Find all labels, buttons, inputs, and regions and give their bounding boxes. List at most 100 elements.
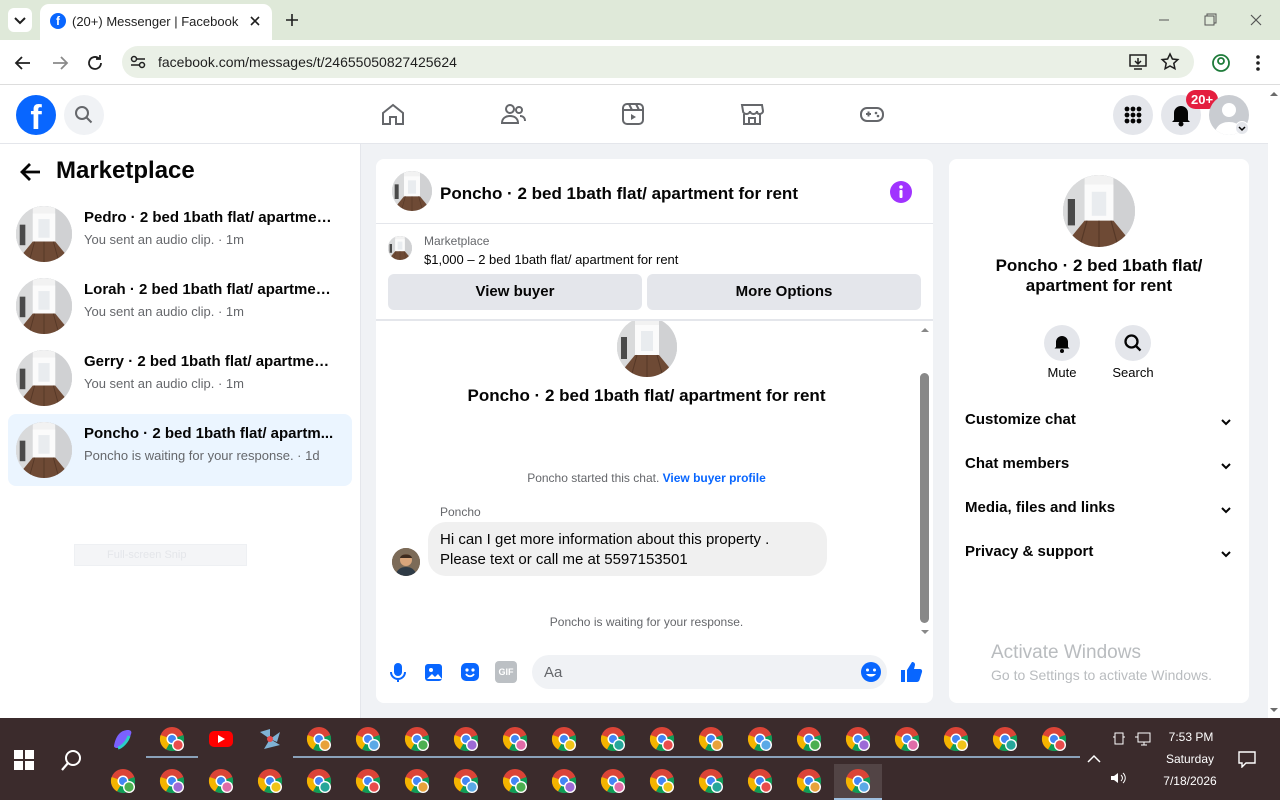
friends-icon[interactable]: [499, 100, 527, 128]
chrome-profile-icon[interactable]: [110, 768, 136, 794]
info-section-privacy-support[interactable]: Privacy & support: [965, 543, 1233, 573]
conversation-item[interactable]: Poncho · 2 bed 1bath flat/ apartm... Ponc…: [8, 414, 352, 486]
conversation-item[interactable]: Lorah · 2 bed 1bath flat/ apartmen... You…: [8, 270, 352, 342]
info-section-customize-chat[interactable]: Customize chat: [965, 411, 1233, 441]
close-tab-icon[interactable]: [246, 12, 264, 30]
page-scrollbar[interactable]: [1268, 86, 1280, 718]
reload-icon[interactable]: [84, 52, 106, 74]
clock-time[interactable]: 7:53 PM: [1163, 730, 1219, 744]
chrome-profile-icon[interactable]: [1041, 726, 1067, 752]
volume-icon[interactable]: [1109, 770, 1127, 786]
install-app-icon[interactable]: [1128, 52, 1148, 72]
chrome-profile-icon[interactable]: [943, 726, 969, 752]
chrome-profile-icon[interactable]: [845, 768, 871, 794]
mute-button[interactable]: [1044, 325, 1080, 361]
copilot-icon[interactable]: [110, 726, 136, 752]
account-chevron-icon[interactable]: [1235, 121, 1249, 135]
message-bubble[interactable]: Hi can I get more information about this…: [428, 522, 827, 576]
chrome-profile-icon[interactable]: [551, 768, 577, 794]
message-thread[interactable]: Poncho · 2 bed 1bath flat/ apartment for…: [376, 321, 933, 639]
attach-photo-icon[interactable]: [423, 661, 445, 683]
close-window-icon[interactable]: [1246, 10, 1266, 30]
chat-header-avatar[interactable]: [392, 171, 432, 211]
chrome-profile-icon[interactable]: [747, 768, 773, 794]
youtube-icon[interactable]: [208, 726, 234, 752]
profile-icon[interactable]: [1210, 52, 1232, 74]
chrome-profile-icon[interactable]: [747, 726, 773, 752]
sender-avatar[interactable]: [392, 548, 420, 576]
search-icon[interactable]: [64, 95, 104, 135]
chrome-profile-icon[interactable]: [992, 726, 1018, 752]
restore-window-icon[interactable]: [1200, 10, 1220, 30]
browser-tab-messenger[interactable]: f (20+) Messenger | Facebook: [40, 4, 272, 40]
new-tab-icon[interactable]: [282, 10, 302, 30]
taskbar-search-icon[interactable]: [60, 748, 84, 772]
thread-scrollbar[interactable]: [917, 321, 933, 639]
chrome-profile-icon[interactable]: [257, 768, 283, 794]
chrome-profile-icon[interactable]: [698, 726, 724, 752]
clock-date[interactable]: 7/18/2026: [1155, 774, 1225, 788]
site-info-icon[interactable]: [128, 52, 148, 72]
action-center-icon[interactable]: [1237, 750, 1257, 769]
windows-start-icon[interactable]: [14, 750, 34, 770]
view-buyer-button[interactable]: View buyer: [388, 274, 642, 310]
chrome-profile-icon[interactable]: [355, 726, 381, 752]
chrome-profile-icon[interactable]: [845, 726, 871, 752]
forward-icon[interactable]: [49, 52, 71, 74]
back-icon[interactable]: [12, 52, 34, 74]
chrome-profile-icon[interactable]: [551, 726, 577, 752]
tray-overflow-icon[interactable]: [1086, 752, 1102, 766]
url-bar[interactable]: facebook.com/messages/t/2465505082742562…: [122, 46, 1194, 78]
conversation-item[interactable]: Pedro · 2 bed 1bath flat/ apartmen... You…: [8, 198, 352, 270]
marketplace-icon[interactable]: [738, 100, 766, 128]
video-icon[interactable]: [619, 100, 647, 128]
message-input[interactable]: Aa: [532, 655, 887, 689]
chrome-profile-icon[interactable]: [453, 726, 479, 752]
chrome-profile-icon[interactable]: [306, 768, 332, 794]
more-options-button[interactable]: More Options: [647, 274, 921, 310]
chrome-profile-icon[interactable]: [600, 768, 626, 794]
pinwheel-app-icon[interactable]: [257, 726, 283, 752]
chrome-profile-icon[interactable]: [355, 768, 381, 794]
facebook-logo-icon[interactable]: f: [16, 95, 56, 135]
thread-scrollbar-thumb[interactable]: [920, 373, 929, 623]
info-section-media-files-and-links[interactable]: Media, files and links: [965, 499, 1233, 529]
sticker-icon[interactable]: [459, 661, 481, 683]
menu-grid-icon[interactable]: [1113, 95, 1153, 135]
chrome-profile-icon[interactable]: [649, 726, 675, 752]
chrome-profile-icon[interactable]: [649, 768, 675, 794]
home-icon[interactable]: [379, 100, 407, 128]
minimize-window-icon[interactable]: [1154, 12, 1174, 28]
view-buyer-profile-link[interactable]: View buyer profile: [663, 471, 766, 485]
voice-clip-icon[interactable]: [387, 661, 409, 683]
tray-device-icon[interactable]: [1112, 732, 1126, 746]
chrome-profile-icon[interactable]: [208, 768, 234, 794]
tab-list-dropdown-icon[interactable]: [8, 8, 32, 32]
chrome-profile-icon[interactable]: [502, 726, 528, 752]
chrome-profile-icon[interactable]: [159, 768, 185, 794]
chat-header-title[interactable]: Poncho · 2 bed 1bath flat/ apartment for…: [440, 184, 798, 204]
chrome-profile-icon[interactable]: [306, 726, 332, 752]
chrome-profile-icon[interactable]: [159, 726, 185, 752]
conversation-item[interactable]: Gerry · 2 bed 1bath flat/ apartmen... You…: [8, 342, 352, 414]
back-arrow-icon[interactable]: [18, 159, 44, 185]
info-section-chat-members[interactable]: Chat members: [965, 455, 1233, 485]
chrome-profile-icon[interactable]: [600, 726, 626, 752]
clock-day[interactable]: Saturday: [1160, 752, 1220, 766]
chrome-profile-icon[interactable]: [502, 768, 528, 794]
chrome-profile-icon[interactable]: [404, 726, 430, 752]
network-icon[interactable]: [1134, 731, 1152, 747]
search-conversation-button[interactable]: [1115, 325, 1151, 361]
like-thumb-icon[interactable]: [899, 660, 923, 684]
chrome-profile-icon[interactable]: [894, 726, 920, 752]
bookmark-star-icon[interactable]: [1160, 52, 1180, 72]
conversation-info-icon[interactable]: [890, 181, 912, 203]
browser-menu-icon[interactable]: [1248, 52, 1268, 74]
chrome-profile-icon[interactable]: [698, 768, 724, 794]
chrome-profile-icon[interactable]: [796, 768, 822, 794]
chrome-profile-icon[interactable]: [453, 768, 479, 794]
chrome-profile-icon[interactable]: [404, 768, 430, 794]
gaming-icon[interactable]: [858, 100, 886, 128]
gif-icon[interactable]: GIF: [495, 661, 517, 683]
chrome-profile-icon[interactable]: [796, 726, 822, 752]
